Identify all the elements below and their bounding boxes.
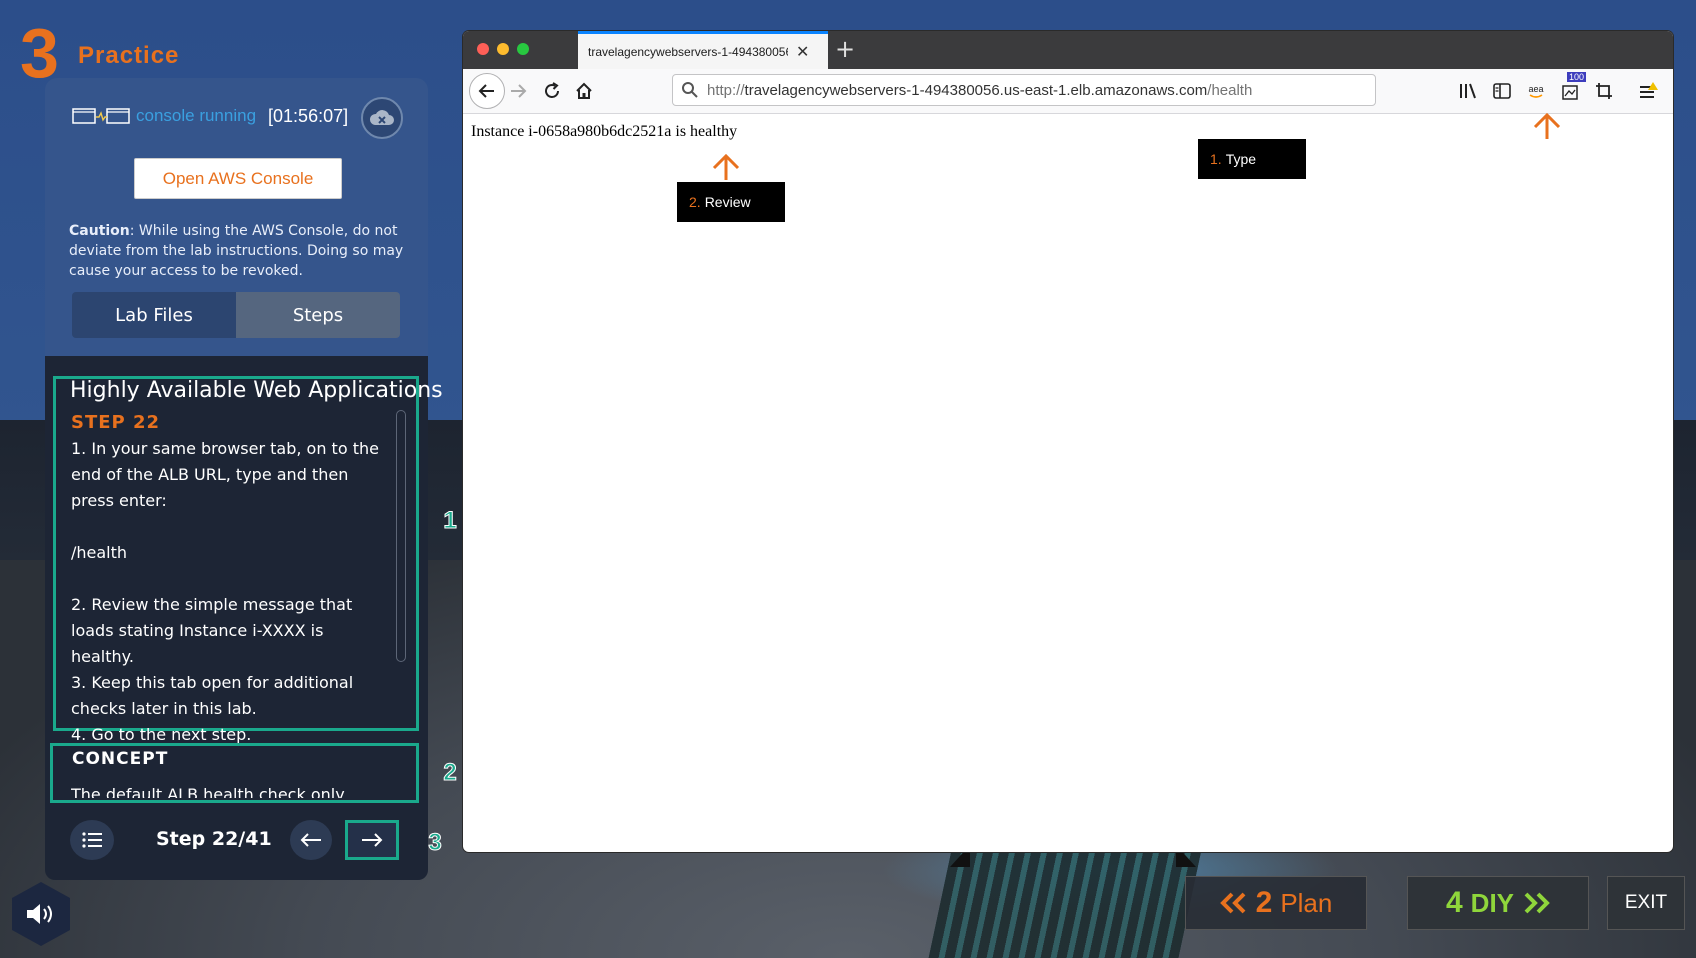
home-icon	[576, 82, 592, 99]
url-path: /health	[1207, 81, 1253, 99]
sidebar-button[interactable]	[1489, 78, 1515, 104]
concept-text: The default ALB health check only	[71, 785, 345, 798]
amazon-smile-icon	[1529, 93, 1543, 98]
step-instructions: 1. In your same browser tab, on to the e…	[71, 436, 391, 748]
console-status-text: console running	[136, 106, 257, 125]
step-heading: STEP 22	[71, 412, 161, 433]
tab-steps[interactable]: Steps	[236, 292, 400, 338]
plan-number: 2	[1255, 886, 1273, 919]
browser-tab[interactable]: travelagencywebservers-1-494380056.us-ea…	[578, 31, 828, 69]
callout-badge-2: 2	[443, 759, 457, 786]
sidebar-icon	[1493, 83, 1511, 99]
back-arrow-icon	[478, 84, 494, 98]
instruction-line: 2. Review the simple message that loads …	[71, 595, 353, 666]
instruction-line: 3. Keep this tab open for additional che…	[71, 673, 354, 718]
diy-phase-button[interactable]: 4 DIY	[1407, 876, 1589, 930]
console-timer: [01:56:07]	[268, 105, 349, 126]
callout-badge-3: 3	[428, 829, 442, 856]
reload-icon	[545, 82, 559, 98]
tab-lab-files[interactable]: Lab Files	[72, 292, 236, 338]
concept-heading: CONCEPT	[72, 749, 169, 769]
arrow-right-icon	[362, 833, 383, 847]
double-chevron-left-icon	[1219, 892, 1246, 914]
instruction-line: 1. In your same browser tab, on to the e…	[71, 439, 379, 510]
search-icon	[682, 82, 698, 98]
callout-review-label: Review	[704, 194, 751, 210]
maximize-window-button[interactable]	[517, 43, 529, 55]
phase-title: Practice	[78, 42, 180, 69]
list-icon	[82, 832, 102, 848]
browser-window: travelagencywebservers-1-494380056.us-ea…	[463, 31, 1673, 852]
console-status-row: console running [01:56:07]	[72, 103, 348, 129]
forward-arrow-icon	[511, 84, 527, 98]
cloud-x-icon	[369, 110, 394, 125]
page-message: Instance i-0658a980b6dc2521a is healthy	[471, 123, 738, 140]
browser-titlebar: travelagencywebservers-1-494380056.us-ea…	[463, 31, 1673, 69]
caution-notice: Caution: While using the AWS Console, do…	[69, 221, 407, 281]
console-windows-icon	[72, 108, 130, 124]
lab-tabs: Lab Files Steps	[72, 292, 400, 338]
browser-tab-title: travelagencywebservers-1-494380056.us-ea…	[588, 44, 788, 59]
callout-type-label: Type	[1225, 151, 1257, 167]
reload-button[interactable]	[539, 78, 565, 104]
speaker-icon	[27, 904, 52, 924]
new-tab-button[interactable]: +	[835, 35, 855, 63]
diy-label: DIY	[1470, 887, 1515, 918]
plan-phase-button[interactable]: 2 Plan	[1185, 876, 1367, 930]
back-button[interactable]	[469, 73, 505, 109]
callout-type-number: 1.	[1210, 151, 1222, 167]
caution-label: Caution	[69, 223, 130, 239]
crop-button[interactable]	[1591, 78, 1617, 104]
arrow-left-icon	[300, 833, 321, 847]
type-arrow-icon	[1533, 112, 1561, 139]
plan-label: Plan	[1280, 887, 1333, 918]
extension-badge: 100	[1567, 72, 1587, 82]
home-button[interactable]	[571, 78, 597, 104]
library-icon	[1460, 83, 1476, 99]
library-button[interactable]	[1455, 78, 1481, 104]
browser-toolbar: http://travelagencywebservers-1-49438005…	[463, 69, 1673, 114]
url-scheme: http://	[707, 81, 745, 99]
open-aws-console-button[interactable]: Open AWS Console	[134, 158, 342, 199]
amazon-extension-button[interactable]: aea	[1523, 78, 1549, 104]
review-arrow-icon	[712, 153, 740, 180]
url-host: travelagencywebservers-1-494380056.us-ea…	[744, 81, 1208, 99]
screenshot-icon	[1562, 85, 1578, 100]
menu-button[interactable]	[1635, 78, 1661, 104]
url-text: http://travelagencywebservers-1-49438005…	[707, 82, 1252, 99]
close-window-button[interactable]	[477, 43, 489, 55]
cloud-close-button[interactable]	[361, 97, 403, 139]
crop-icon	[1596, 83, 1612, 99]
url-bar[interactable]: http://travelagencywebservers-1-49438005…	[672, 74, 1376, 106]
lab-title: Highly Available Web Applications	[70, 378, 443, 403]
instruction-line: /health	[71, 543, 128, 562]
next-step-button[interactable]	[345, 820, 399, 860]
step-counter: Step 22/41	[156, 828, 272, 850]
tab-close-icon[interactable]: ✕	[796, 42, 809, 61]
previous-step-button[interactable]	[290, 820, 332, 860]
screenshot-extension-button[interactable]: 100	[1557, 72, 1587, 104]
step-list-button[interactable]	[70, 820, 114, 860]
exit-button[interactable]: EXIT	[1607, 876, 1685, 930]
forward-button[interactable]	[505, 78, 531, 104]
callout-type: 1. Type	[1198, 139, 1306, 179]
minimize-window-button[interactable]	[497, 43, 509, 55]
callout-review-number: 2.	[689, 194, 701, 210]
double-chevron-right-icon	[1524, 892, 1550, 914]
diy-number: 4	[1445, 886, 1463, 919]
amazon-icon-text: aea	[1528, 83, 1544, 94]
steps-scrollbar[interactable]	[396, 410, 406, 662]
callout-badge-1: 1	[443, 507, 457, 534]
callout-review: 2. Review	[677, 182, 785, 222]
hamburger-icon	[1640, 82, 1658, 98]
